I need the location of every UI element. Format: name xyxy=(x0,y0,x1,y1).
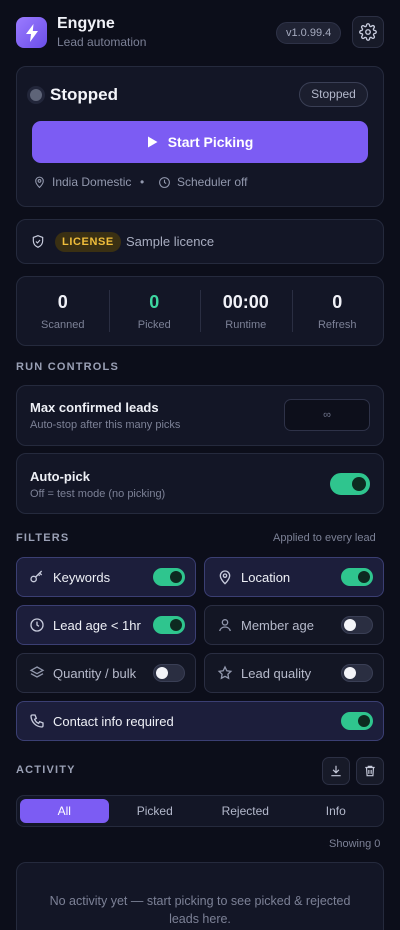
filter-label: Contact info required xyxy=(53,714,174,729)
filter-label: Location xyxy=(241,570,291,585)
autopick-title: Auto-pick xyxy=(30,469,90,484)
clock-icon xyxy=(159,176,170,188)
shield-check-icon xyxy=(32,235,44,248)
stat-value: 00:00 xyxy=(222,291,269,312)
app-name: Engyne xyxy=(57,15,115,32)
map-pin-icon xyxy=(219,570,231,585)
autopick-subtitle: Off = test mode (no picking) xyxy=(30,488,166,500)
meta-separator: • xyxy=(140,175,145,189)
stat-label: Picked xyxy=(137,318,171,331)
filter-contact-info[interactable]: Contact info required xyxy=(16,701,384,741)
scheduler-label: Scheduler off xyxy=(177,175,248,189)
star-icon xyxy=(217,665,233,680)
max-leads-title: Max confirmed leads xyxy=(30,400,159,415)
app-logo xyxy=(16,17,47,48)
stat-value: 0 xyxy=(149,291,160,312)
stat-label: Runtime xyxy=(225,318,267,331)
tab-all[interactable]: All xyxy=(20,799,109,823)
map-pin-icon xyxy=(35,176,44,189)
filter-location[interactable]: Location xyxy=(204,557,384,597)
stat-scanned: 0 Scanned xyxy=(17,277,109,345)
status-badge: Stopped xyxy=(299,82,368,107)
filter-lead-age[interactable]: Lead age < 1hr xyxy=(16,605,196,645)
trash-icon xyxy=(365,765,375,777)
max-leads-input[interactable]: ∞ xyxy=(284,399,370,431)
license-text: Sample licence xyxy=(126,234,215,249)
stats-card: 0 Scanned 0 Picked 00:00 Runtime 0 Refre… xyxy=(16,276,384,346)
app-subtitle: Lead automation xyxy=(57,35,147,49)
filters-heading: FILTERS xyxy=(16,532,70,544)
activity-heading: ACTIVITY xyxy=(16,764,76,776)
region-info: India Domestic xyxy=(33,175,131,189)
status-title: Stopped xyxy=(50,85,118,104)
filter-toggle[interactable] xyxy=(153,616,185,634)
filter-label: Lead age < 1hr xyxy=(53,618,141,633)
filter-label: Keywords xyxy=(53,570,111,585)
stat-label: Scanned xyxy=(41,318,85,331)
stat-value: 0 xyxy=(57,291,68,312)
filter-member-age[interactable]: Member age xyxy=(204,605,384,645)
gear-icon xyxy=(359,23,377,41)
filter-toggle[interactable] xyxy=(341,568,373,586)
key-icon xyxy=(30,570,43,583)
region-label: India Domestic xyxy=(52,175,132,189)
filters-note: Applied to every lead xyxy=(273,532,376,544)
filter-toggle[interactable] xyxy=(153,664,185,682)
tab-rejected[interactable]: Rejected xyxy=(201,799,290,823)
filter-toggle[interactable] xyxy=(341,616,373,634)
version-badge: v1.0.99.4 xyxy=(276,22,342,44)
stat-value: 0 xyxy=(332,291,343,312)
download-icon xyxy=(331,765,341,777)
stat-picked: 0 Picked xyxy=(108,277,201,345)
scheduler-info: Scheduler off xyxy=(158,175,248,189)
clock-icon xyxy=(30,618,44,632)
clear-activity-button[interactable] xyxy=(356,757,384,785)
activity-tabs: All Picked Rejected Info xyxy=(16,795,384,827)
stat-refresh: 0 Refresh xyxy=(291,277,384,345)
status-indicator xyxy=(30,89,42,101)
filter-keywords[interactable]: Keywords xyxy=(16,557,196,597)
max-leads-subtitle: Auto-stop after this many picks xyxy=(30,419,181,431)
download-button[interactable] xyxy=(322,757,350,785)
start-picking-button[interactable]: Start Picking xyxy=(32,121,368,163)
stat-label: Refresh xyxy=(317,318,357,331)
tab-info[interactable]: Info xyxy=(292,799,381,823)
play-icon xyxy=(147,136,158,148)
run-controls-heading: RUN CONTROLS xyxy=(16,361,120,373)
license-badge: LICENSE xyxy=(55,232,121,252)
filter-toggle[interactable] xyxy=(341,664,373,682)
settings-button[interactable] xyxy=(352,16,384,48)
filter-lead-quality[interactable]: Lead quality xyxy=(204,653,384,693)
filter-toggle[interactable] xyxy=(153,568,185,586)
filter-label: Member age xyxy=(241,618,314,633)
autopick-toggle[interactable] xyxy=(330,473,370,495)
activity-empty-text: No activity yet — start picking to see p… xyxy=(49,894,351,926)
filter-quantity[interactable]: Quantity / bulk xyxy=(16,653,196,693)
stat-runtime: 00:00 Runtime xyxy=(200,277,292,345)
phone-icon xyxy=(30,714,44,728)
tab-picked[interactable]: Picked xyxy=(111,799,200,823)
filter-label: Lead quality xyxy=(241,666,312,681)
showing-count: Showing 0 xyxy=(329,838,381,850)
filter-toggle[interactable] xyxy=(341,712,373,730)
start-picking-label: Start Picking xyxy=(167,134,254,150)
filter-label: Quantity / bulk xyxy=(53,666,137,681)
lightning-bolt-icon xyxy=(25,23,38,42)
layers-icon xyxy=(29,666,45,678)
user-icon xyxy=(219,619,231,632)
